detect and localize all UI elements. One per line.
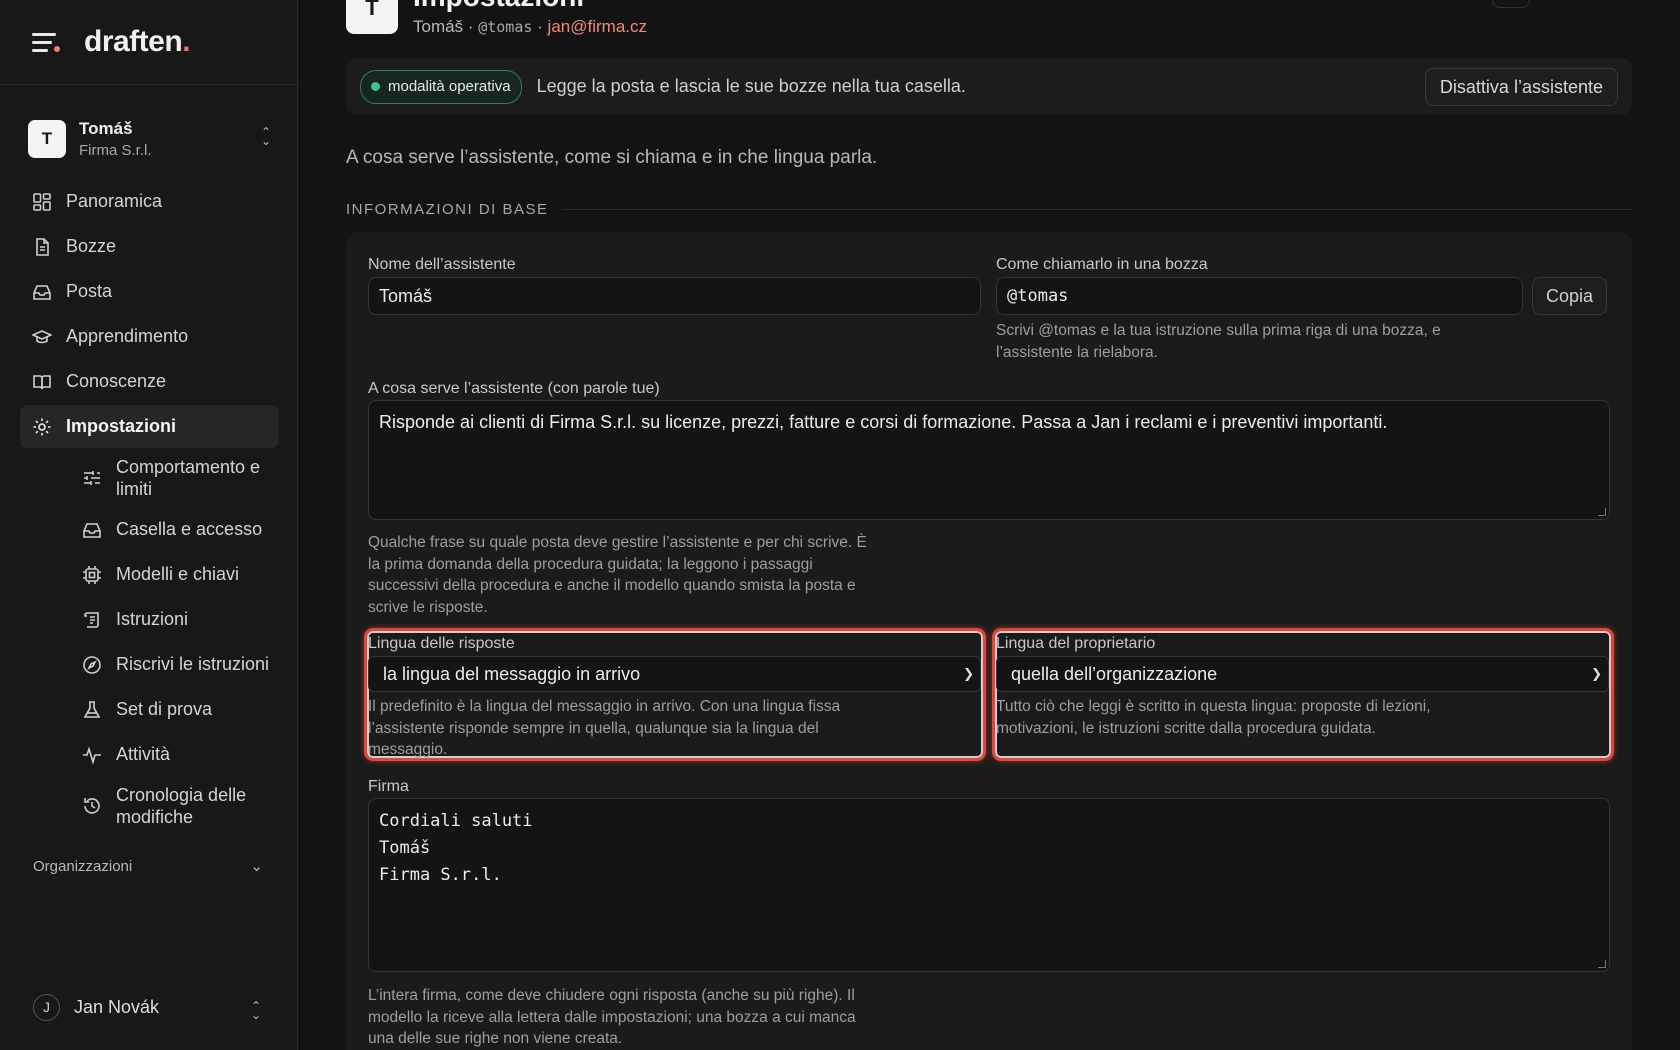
sidebar-item-label: Impostazioni (66, 416, 177, 436)
subnav-item-set-di-prova[interactable]: Set di prova (70, 688, 279, 731)
resize-handle-icon[interactable] (1598, 960, 1606, 968)
corner-button[interactable] (1492, 0, 1530, 8)
sidebar-item-label: Panoramica (66, 191, 163, 211)
name-label: Nome dell’assistente (368, 256, 516, 273)
purpose-textarea[interactable]: Risponde ai clienti di Firma S.r.l. su l… (368, 400, 1610, 520)
owner-language-label: Lingua del proprietario (996, 635, 1156, 652)
assistant-meta: Tomáš · @tomas · jan@firma.cz (413, 17, 647, 36)
assistant-handle: @tomas (478, 18, 533, 36)
book-icon (33, 374, 51, 389)
account-switcher[interactable]: T Tomáš Firma S.r.l. ⌃ ⌄ (28, 118, 273, 160)
user-name: Jan Novák (74, 996, 160, 1017)
history-icon (84, 798, 100, 814)
compass-icon (83, 655, 101, 674)
basic-info-card: Nome dell’assistente Tomáš Come chiamarl… (346, 232, 1632, 1050)
grid-icon (33, 192, 51, 211)
sidebar-item-label: Modelli e chiavi (116, 564, 240, 584)
sidebar-item-label: Riscrivi le istruzioni (116, 654, 270, 674)
sidebar-item-label: Apprendimento (66, 326, 189, 346)
status-dot-icon (371, 82, 380, 91)
subnav-item-casella[interactable]: Casella e accesso (70, 508, 279, 551)
mention-label: Come chiamarlo in una bozza (996, 256, 1208, 273)
owner-language-help: Tutto ciò che leggi è scritto in questa … (996, 698, 1431, 737)
main-content: T Impostazioni Tomáš · @tomas · jan@firm… (298, 0, 1680, 1050)
graduation-cap-icon (32, 329, 52, 343)
sidebar-item-label: Bozze (66, 236, 117, 256)
sidebar-item-apprendimento[interactable]: Apprendimento (20, 315, 279, 358)
sidebar: draften. T Tomáš Firma S.r.l. ⌃ ⌄ Panoram… (0, 0, 298, 1050)
scroll-icon (84, 611, 99, 628)
subnav-item-istruzioni[interactable]: Istruzioni (70, 598, 279, 641)
reply-language-label: Lingua delle risposte (368, 635, 515, 652)
sidebar-item-label: Conoscenze (66, 371, 167, 391)
chevron-down-icon: ❯ (1591, 666, 1602, 681)
assistant-name-input[interactable]: Tomáš (368, 277, 981, 315)
status-text: Legge la posta e lascia le sue bozze nel… (536, 76, 966, 96)
page-title: Impostazioni (413, 0, 647, 12)
page-header: T Impostazioni Tomáš · @tomas · jan@firm… (346, 0, 647, 42)
sidebar-item-panoramica[interactable]: Panoramica (20, 180, 279, 223)
user-menu[interactable]: J Jan Novák ⌃ ⌄ (33, 992, 263, 1022)
status-bar: modalità operativa Legge la posta e lasc… (346, 58, 1632, 115)
sidebar-item-bozze[interactable]: Bozze (20, 225, 279, 268)
sidebar-item-label: Attività (116, 744, 171, 764)
organizations-toggle[interactable]: Organizzazioni ⌄ (33, 857, 263, 876)
sidebar-item-label: Cronologia delle modifiche (116, 785, 247, 827)
activity-icon (83, 745, 101, 765)
purpose-label: A cosa serve l’assistente (con parole tu… (368, 380, 660, 397)
sidebar-item-label: Istruzioni (116, 609, 189, 629)
sidebar-item-impostazioni[interactable]: Impostazioni (20, 405, 279, 448)
account-avatar: T (28, 120, 66, 158)
assistant-avatar: T (346, 0, 398, 34)
reply-language-help: Il predefinito è la lingua del messaggio… (368, 698, 841, 758)
account-org: Firma S.r.l. (79, 142, 152, 159)
page-intro: A cosa serve l’assistente, come si chiam… (346, 147, 878, 168)
sliders-icon (84, 471, 100, 485)
mention-help: Scrivi @tomas e la tua istruzione sulla … (996, 322, 1441, 361)
inbox-icon (83, 522, 101, 538)
flask-icon (83, 700, 101, 718)
account-name: Tomáš (79, 119, 133, 138)
sidebar-item-posta[interactable]: Posta (20, 270, 279, 313)
copy-button[interactable]: Copia (1532, 277, 1608, 315)
signature-label: Firma (368, 778, 409, 795)
chevron-down-icon: ⌄ (250, 858, 263, 875)
brand-bar: draften. (0, 0, 297, 85)
chevron-updown-icon: ⌃ ⌄ (260, 125, 272, 148)
section-title: INFORMAZIONI DI BASE (346, 201, 1632, 218)
gear-icon (33, 418, 51, 435)
subnav-item-comportamento[interactable]: Comportamento e limiti (70, 450, 279, 506)
sidebar-item-label: Set di prova (116, 699, 213, 719)
sidebar-item-label: Casella e accesso (116, 519, 263, 539)
deactivate-assistant-button[interactable]: Disattiva l’assistente (1424, 68, 1618, 106)
brand-logo[interactable]: draften. (84, 25, 191, 59)
subnav-item-modelli[interactable]: Modelli e chiavi (70, 553, 279, 596)
owner-email-link[interactable]: jan@firma.cz (548, 17, 647, 36)
subnav-item-riscrivi[interactable]: Riscrivi le istruzioni (70, 643, 279, 686)
chip-icon (83, 565, 101, 584)
inbox-icon (33, 284, 51, 300)
signature-textarea[interactable]: Cordiali saluti Tomáš Firma S.r.l. (368, 798, 1610, 972)
chevron-updown-icon: ⌃ ⌄ (250, 999, 262, 1022)
sidebar-item-label: Comportamento e limiti (116, 457, 261, 499)
sidebar-item-conoscenze[interactable]: Conoscenze (20, 360, 279, 403)
signature-help: L’intera firma, come deve chiudere ogni … (368, 987, 856, 1047)
user-avatar: J (33, 993, 60, 1021)
document-icon (36, 237, 49, 256)
organizations-label: Organizzazioni (33, 857, 133, 875)
subnav-item-cronologia[interactable]: Cronologia delle modifiche (70, 778, 279, 834)
owner-language-select[interactable]: quella dell’organizzazione ❯ (996, 656, 1609, 692)
menu-icon[interactable] (32, 31, 60, 53)
status-badge: modalità operativa (360, 69, 522, 104)
chevron-down-icon: ❯ (963, 666, 974, 681)
settings-subnav: Comportamento e limiti Casella e accesso… (20, 450, 279, 834)
mention-input[interactable]: @tomas (996, 277, 1523, 315)
reply-language-select[interactable]: la lingua del messaggio in arrivo ❯ (368, 656, 981, 692)
purpose-help: Qualche frase su quale posta deve gestir… (368, 534, 867, 616)
resize-handle-icon[interactable] (1598, 508, 1606, 516)
sidebar-item-label: Posta (66, 281, 113, 301)
sidebar-nav: Panoramica Bozze Posta Apprendimento Con… (20, 180, 279, 836)
subnav-item-attivita[interactable]: Attività (70, 733, 279, 776)
